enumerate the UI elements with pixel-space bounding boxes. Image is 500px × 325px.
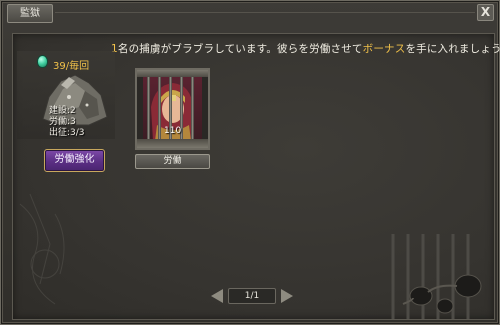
labor-button[interactable]: 労働	[135, 154, 210, 169]
stat-expedition: 出征:3/3	[49, 128, 85, 138]
message-text-2: を手に入れましょう！	[405, 43, 500, 55]
strengthen-labor-button[interactable]: 労働強化	[44, 149, 105, 172]
stat-labor: 労働:3	[49, 117, 76, 127]
prisoner-level: 110	[164, 126, 182, 136]
prisoner-message: 1名の捕虜がブラブラしています。彼らを労働させてボーナスを手に入れましょう！	[111, 41, 500, 56]
prison-window: 監獄 X 1名の捕虜がブラブラしています。彼らを労働させてボーナスを手に入れまし…	[0, 0, 500, 325]
resource-stats: 建設:2 労働:3 出征:3/3	[49, 106, 85, 139]
next-page-arrow-icon[interactable]	[281, 289, 293, 303]
ball-and-chain-decoration	[391, 234, 482, 319]
message-bonus: ボーナス	[362, 43, 406, 55]
cage-rim-bottom	[137, 139, 208, 148]
page-indicator: 1/1	[228, 288, 276, 304]
prev-page-arrow-icon[interactable]	[211, 289, 223, 303]
window-tab-prison[interactable]: 監獄	[7, 4, 53, 23]
cage-rim-top	[137, 70, 208, 77]
message-text-1: 名の捕虜がブラブラしています。彼らを労働させて	[117, 43, 363, 55]
close-button[interactable]: X	[477, 4, 494, 21]
prisoner-cage[interactable]: 110	[135, 68, 210, 150]
pagination: 1/1	[211, 288, 293, 304]
stat-construction: 建設:2	[49, 106, 76, 116]
title-divider	[55, 12, 475, 13]
wall-scratch-decoration	[19, 193, 65, 305]
